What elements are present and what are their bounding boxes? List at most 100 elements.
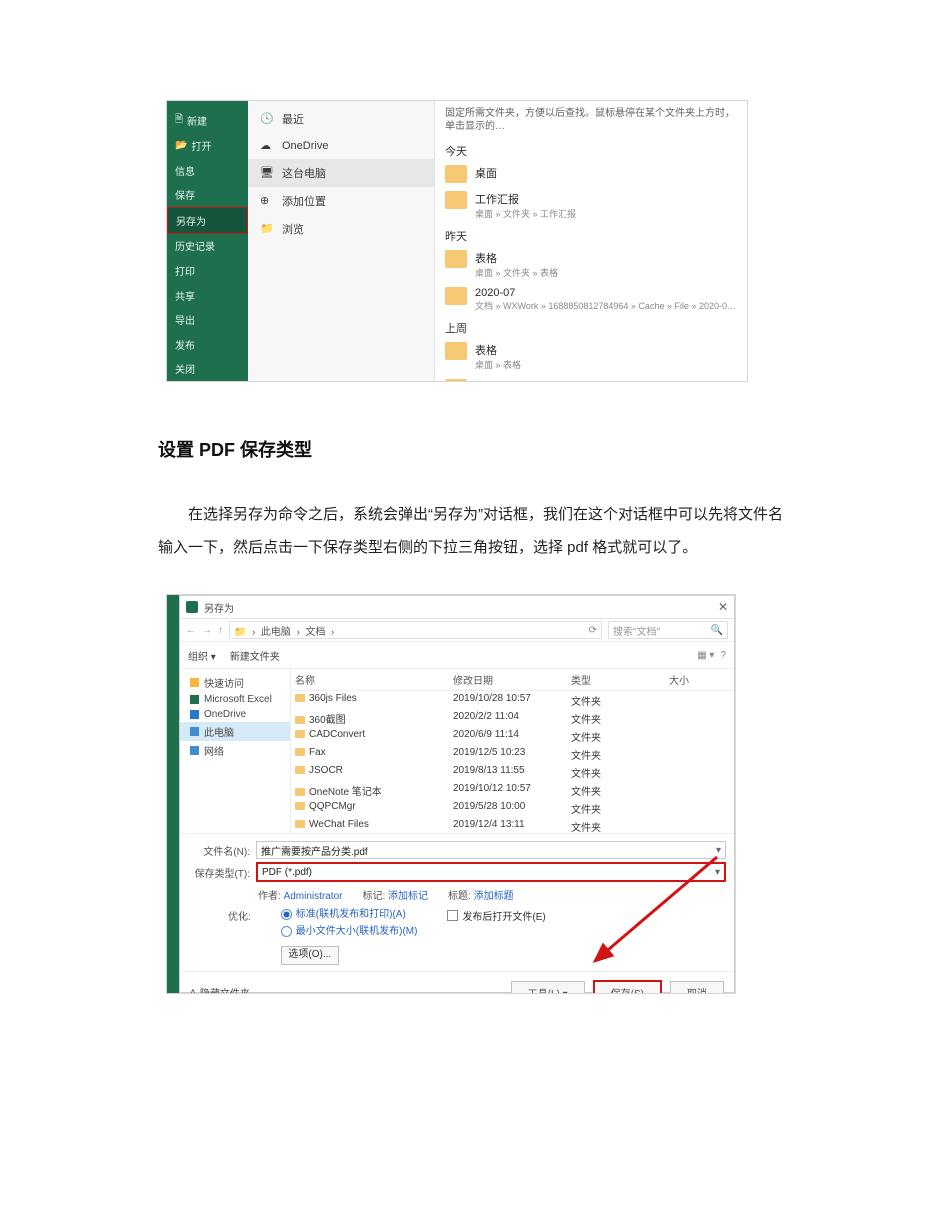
folder-icon (295, 788, 305, 796)
save-button[interactable]: 保存(S) (593, 980, 662, 994)
file-row[interactable]: JSOCR 2019/8/13 11:55文件夹 (291, 763, 734, 781)
sidebar-item-打开[interactable]: 📂打开 (167, 133, 248, 158)
tree-icon (190, 727, 199, 736)
location-title: 2020-07 (475, 287, 736, 299)
search-input[interactable]: 搜索"文档"🔍 (608, 621, 728, 639)
file-row[interactable]: WeChat Files2019/12/4 13:11文件夹 (291, 817, 734, 833)
add-location-icon: ⊕ (260, 194, 274, 208)
radio-minimum[interactable]: 最小文件大小(联机发布)(M) (281, 925, 418, 938)
location-这台电脑[interactable]: 🖥这台电脑 (248, 159, 434, 187)
file-type: 文件夹 (567, 691, 665, 709)
organize-menu[interactable]: 组织 ▾ (188, 648, 216, 663)
sidebar-item-发布[interactable]: 发布 (167, 332, 248, 357)
col-date: 修改日期 (449, 669, 567, 690)
file-row[interactable]: Fax2019/12/5 10:23文件夹 (291, 745, 734, 763)
tree-item-快速访问[interactable]: 快速访问 (180, 673, 290, 692)
location-最近[interactable]: 🕓最近 (248, 105, 434, 133)
recent-location[interactable]: 桌面 (445, 161, 737, 187)
file-row[interactable]: OneNote 笔记本2019/10/12 10:57文件夹 (291, 781, 734, 799)
open-icon: 📂 (175, 140, 187, 151)
file-type: 文件夹 (567, 781, 665, 799)
save-type-dropdown[interactable]: PDF (*.pdf)▾ (256, 862, 726, 882)
sidebar-item-新建[interactable]: 🗎新建 (167, 107, 248, 133)
location-OneDrive[interactable]: ☁OneDrive (248, 133, 434, 159)
refresh-icon[interactable]: ⟳ (589, 625, 597, 636)
group-heading: 上周 (445, 320, 737, 336)
file-size (665, 763, 733, 781)
title-field[interactable]: 添加标题 (474, 891, 514, 902)
sidebar-item-关闭[interactable]: 关闭 (167, 356, 248, 381)
recent-location[interactable]: 工作汇报桌面 » 文件夹 » 工作汇报 (445, 187, 737, 224)
sidebar-label: 新建 (187, 113, 207, 128)
tree-icon (190, 746, 199, 755)
file-name: JSOCR (309, 765, 343, 776)
open-after-publish-checkbox[interactable]: 发布后打开文件(E) (447, 908, 545, 923)
view-icon[interactable]: ▦ ▾ (697, 650, 714, 661)
tree-item-网络[interactable]: 网络 (180, 741, 290, 760)
file-size (665, 745, 733, 763)
tree-item-此电脑[interactable]: 此电脑 (180, 722, 290, 741)
chevron-down-icon[interactable]: ▾ (715, 867, 720, 878)
tree-item-OneDrive[interactable]: OneDrive (180, 707, 290, 722)
file-name: OneNote 笔记本 (309, 787, 382, 798)
group-heading: 今天 (445, 143, 737, 159)
close-icon[interactable]: ✕ (718, 600, 728, 614)
file-row[interactable]: 360js Files2019/10/28 10:57文件夹 (291, 691, 734, 709)
sidebar-item-打印[interactable]: 打印 (167, 258, 248, 283)
sidebar-item-共享[interactable]: 共享 (167, 283, 248, 308)
filename-input[interactable]: 推广需要按产品分类.pdf▾ (256, 841, 726, 859)
up-icon[interactable]: ↑ (218, 625, 223, 636)
file-type: 文件夹 (567, 817, 665, 833)
recent-location[interactable]: 新建文件夹 (2)桌面 » 新建文件夹 (2) (445, 375, 737, 382)
location-path: 文档 » WXWork » 1688850812784964 » Cache »… (475, 299, 736, 312)
radio-standard[interactable]: 标准(联机发布和打印)(A) (281, 908, 418, 921)
help-icon[interactable]: ? (720, 650, 726, 661)
file-size (665, 709, 733, 727)
cancel-button[interactable]: 取消 (670, 981, 724, 994)
hide-folders-toggle[interactable]: ˄隐藏文件夹 (190, 985, 250, 995)
sidebar-label: 历史记录 (175, 238, 215, 253)
file-row[interactable]: CADConvert2020/6/9 11:14文件夹 (291, 727, 734, 745)
sidebar-item-保存[interactable]: 保存 (167, 182, 248, 207)
sidebar-label: 打印 (175, 263, 195, 278)
folder-icon (295, 748, 305, 756)
sidebar-item-信息[interactable]: 信息 (167, 158, 248, 183)
col-name: 名称 (291, 669, 449, 690)
tags-field[interactable]: 添加标记 (388, 891, 428, 902)
location-添加位置[interactable]: ⊕添加位置 (248, 187, 434, 215)
file-type: 文件夹 (567, 763, 665, 781)
file-type: 文件夹 (567, 727, 665, 745)
excel-background-strip (167, 595, 179, 993)
file-size (665, 781, 733, 799)
sidebar-item-历史记录[interactable]: 历史记录 (167, 234, 248, 259)
folder-icon (295, 730, 305, 738)
location-浏览[interactable]: 📁浏览 (248, 215, 434, 243)
chevron-down-icon[interactable]: ▾ (716, 845, 721, 856)
file-date: 2019/8/13 11:55 (449, 763, 567, 781)
path-box[interactable]: 📁 › 此电脑 › 文档 › ⟳ (229, 621, 602, 639)
location-path: 桌面 » 文件夹 » 工作汇报 (475, 207, 576, 220)
folder-icon (445, 250, 467, 268)
column-headers[interactable]: 名称 修改日期 类型 大小 (291, 669, 734, 691)
author-field[interactable]: Administrator (284, 891, 343, 902)
new-folder-button[interactable]: 新建文件夹 (230, 648, 280, 663)
file-date: 2020/6/9 11:14 (449, 727, 567, 745)
section-heading: 设置 PDF 保存类型 (158, 436, 787, 462)
recent-location[interactable]: 2020-07文档 » WXWork » 1688850812784964 » … (445, 283, 737, 316)
tools-menu[interactable]: 工具(L) ▾ (511, 981, 585, 994)
forward-icon[interactable]: → (202, 625, 212, 636)
folder-icon (295, 802, 305, 810)
file-name: 360截图 (309, 715, 346, 726)
sidebar-label: 信息 (175, 163, 195, 178)
tree-item-Microsoft Excel[interactable]: Microsoft Excel (180, 692, 290, 707)
recent-location[interactable]: 表格桌面 » 表格 (445, 338, 737, 375)
sidebar-item-导出[interactable]: 导出 (167, 307, 248, 332)
back-icon[interactable]: ← (186, 625, 196, 636)
location-title: 桌面 (475, 165, 497, 181)
options-button[interactable]: 选项(O)... (281, 946, 339, 965)
sidebar-item-另存为[interactable]: 另存为 (167, 207, 248, 234)
tree-icon (190, 710, 199, 719)
file-row[interactable]: 360截图2020/2/2 11:04文件夹 (291, 709, 734, 727)
recent-location[interactable]: 表格桌面 » 文件夹 » 表格 (445, 246, 737, 283)
file-row[interactable]: QQPCMgr2019/5/28 10:00文件夹 (291, 799, 734, 817)
